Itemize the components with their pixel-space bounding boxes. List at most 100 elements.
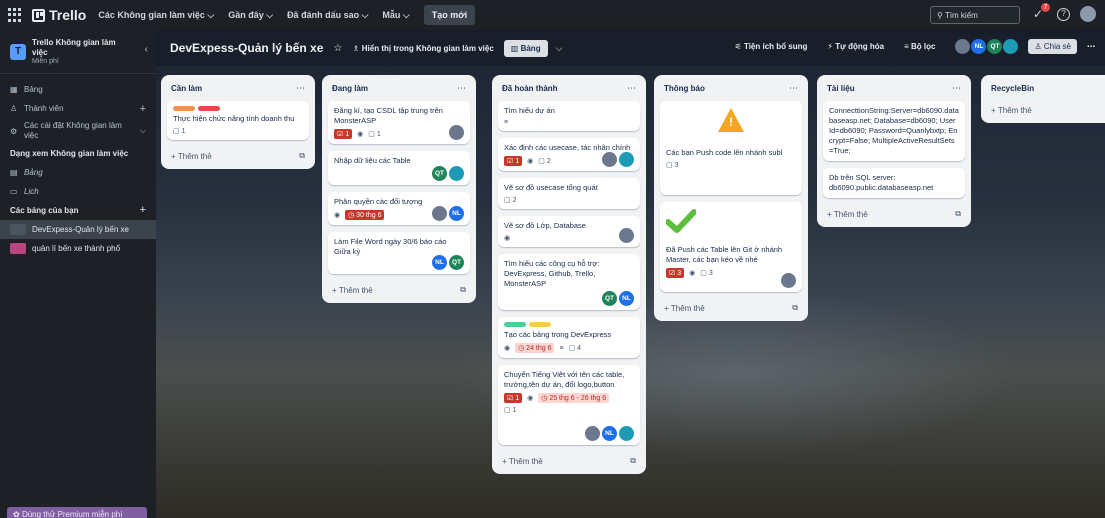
avatar[interactable]: NL (619, 291, 634, 306)
sidebar-item-members[interactable]: ♙ Thành viên + (0, 99, 156, 118)
sidebar-board-devexpess[interactable]: DevExpess-Quản lý bến xe (0, 220, 156, 239)
add-card-button[interactable]: + Thêm thẻ ⧉ (823, 205, 965, 223)
nav-recent[interactable]: Gần đây ⌵ (228, 10, 273, 21)
card[interactable]: Đăng kí, tạo CSDL tập trung trên Monster… (328, 101, 470, 144)
nav-templates[interactable]: Mẫu ⌵ (382, 10, 409, 21)
avatar[interactable] (955, 39, 971, 54)
card-title: Tạo các bảng trong DevExpress (504, 330, 612, 339)
chevron-down-icon[interactable]: ⌵ (556, 43, 563, 54)
card-label[interactable] (173, 106, 195, 111)
powerups-button[interactable]: ⚟ Tiện ích bổ sung (735, 42, 808, 51)
card[interactable]: ! Các bạn Push code lên nhánh subl ▢ 3 (660, 101, 802, 195)
card-template-icon[interactable]: ⧉ (955, 209, 961, 219)
automation-button[interactable]: ⚡ Tự động hóa (827, 42, 884, 51)
list-title[interactable]: Thông báo (664, 84, 705, 93)
add-board-icon[interactable]: + (140, 201, 146, 220)
visibility-button[interactable]: ♗ Hiển thị trong Không gian làm việc (352, 44, 493, 53)
card-label[interactable] (529, 322, 551, 327)
add-card-button[interactable]: + Thêm thẻ (987, 101, 1105, 119)
avatar[interactable] (781, 273, 796, 288)
avatar[interactable]: QT (987, 39, 1003, 54)
avatar[interactable]: NL (971, 39, 987, 54)
due-date-badge[interactable]: ◷ 24 thg 6 (515, 343, 555, 353)
more-menu-icon[interactable]: ⋯ (1087, 42, 1095, 51)
sidebar-item-table-view[interactable]: ▤ Bảng (0, 163, 156, 182)
avatar[interactable]: QT (449, 255, 464, 270)
add-card-button[interactable]: + Thêm thẻ ⧉ (167, 147, 309, 165)
list-menu-icon[interactable]: ⋯ (627, 83, 636, 94)
card-template-icon[interactable]: ⧉ (630, 456, 636, 466)
board-view-button[interactable]: ▥ Bảng (503, 39, 548, 57)
card[interactable]: Tìm hiểu dự án ≡ (498, 101, 640, 131)
sidebar-board-city-bus[interactable]: quản lí bến xe thành phố (0, 239, 156, 258)
notifications-bell-icon[interactable]: ✓ 7 (1033, 3, 1050, 21)
avatar[interactable]: NL (449, 206, 464, 221)
avatar[interactable] (432, 206, 447, 221)
card[interactable]: Xác định các usecase, tác nhân chính ☑ 1… (498, 138, 640, 171)
avatar[interactable] (602, 152, 617, 167)
workspace-name[interactable]: Trello Không gian làm việc (32, 38, 132, 58)
sidebar-item-calendar-view[interactable]: ▭ Lịch (0, 182, 156, 201)
card[interactable]: Phân quyền các đối tượng ◉ ◷ 30 thg 6 NL (328, 192, 470, 225)
card[interactable]: Nhập dữ liệu các Table QT (328, 151, 470, 185)
list-menu-icon[interactable]: ⋯ (296, 83, 305, 94)
due-date-badge[interactable]: ◷ 25 thg 6 - 26 thg 6 (538, 393, 610, 403)
card[interactable]: ConnecttionString:Server=db6090.database… (823, 101, 965, 161)
due-date-badge[interactable]: ◷ 30 thg 6 (345, 210, 385, 220)
list-title[interactable]: RecycleBin (991, 84, 1034, 93)
premium-trial-button[interactable]: ✿ Dùng thử Premium miễn phí (7, 507, 147, 518)
avatar[interactable]: QT (602, 291, 617, 306)
card[interactable]: Tìm hiểu các công cụ hỗ trợ: DevExpress,… (498, 254, 640, 310)
nav-starred[interactable]: Đã đánh dấu sao ⌵ (287, 10, 368, 21)
sidebar-item-settings[interactable]: ⚙ Các cài đặt Không gian làm việc ⌵ (0, 118, 156, 144)
card[interactable]: Đã Push các Table lên Git ở nhánh Master… (660, 202, 802, 292)
avatar[interactable] (449, 125, 464, 140)
account-avatar[interactable] (1080, 6, 1096, 22)
list-menu-icon[interactable]: ⋯ (952, 83, 961, 94)
filter-button[interactable]: ≡ Bộ lọc (904, 42, 935, 51)
card-label[interactable] (504, 322, 526, 327)
create-button[interactable]: Tạo mới (423, 5, 476, 25)
add-card-button[interactable]: + Thêm thẻ ⧉ (498, 452, 640, 470)
avatar[interactable] (619, 152, 634, 167)
collapse-sidebar-icon[interactable]: ‹ (145, 44, 148, 55)
avatar[interactable]: NL (432, 255, 447, 270)
list-title[interactable]: Đã hoàn thành (502, 84, 558, 93)
app-switcher-icon[interactable] (8, 8, 22, 22)
star-icon[interactable]: ☆ (333, 43, 342, 54)
card-template-icon[interactable]: ⧉ (299, 151, 305, 161)
card[interactable]: Chuyển Tiếng Việt với tên các table, trư… (498, 365, 640, 445)
nav-workspaces[interactable]: Các Không gian làm việc ⌵ (98, 10, 214, 21)
card[interactable]: Vẽ sơ đồ Lớp, Database ◉ (498, 216, 640, 247)
card[interactable]: Thực hiện chức năng tính doanh thu ▢ 1 (167, 101, 309, 140)
card-template-icon[interactable]: ⧉ (460, 285, 466, 295)
list-title[interactable]: Cần làm (171, 84, 202, 93)
board-members[interactable]: NL QT (955, 39, 1019, 54)
search-input[interactable]: ⚲ Tìm kiếm (930, 6, 1020, 24)
card[interactable]: Tạo các bảng trong DevExpress ◉ ◷ 24 thg … (498, 317, 640, 358)
avatar[interactable] (449, 166, 464, 181)
list-menu-icon[interactable]: ⋯ (789, 83, 798, 94)
avatar[interactable]: NL (602, 426, 617, 441)
sidebar-item-boards[interactable]: ▦ Bảng (0, 80, 156, 99)
add-card-button[interactable]: + Thêm thẻ ⧉ (660, 299, 802, 317)
share-button[interactable]: ♙ Chia sẻ (1028, 39, 1077, 54)
card-label[interactable] (198, 106, 220, 111)
avatar[interactable]: QT (432, 166, 447, 181)
avatar[interactable] (619, 228, 634, 243)
avatar[interactable] (619, 426, 634, 441)
board-title[interactable]: DevExpess-Quản lý bến xe (170, 41, 323, 55)
card[interactable]: Db trên SQL server: db6090.public.databa… (823, 168, 965, 198)
help-icon[interactable]: ? (1057, 7, 1070, 21)
card-template-icon[interactable]: ⧉ (792, 303, 798, 313)
avatar[interactable] (585, 426, 600, 441)
add-card-button[interactable]: + Thêm thẻ ⧉ (328, 281, 470, 299)
card[interactable]: Làm File Word ngày 30/6 báo cáo Giữa kỳ … (328, 232, 470, 274)
trello-logo[interactable]: Trello (32, 7, 86, 23)
card[interactable]: Vẽ sơ đồ usecase tổng quát ▢ 2 (498, 178, 640, 209)
list-title[interactable]: Đang làm (332, 84, 368, 93)
list-menu-icon[interactable]: ⋯ (457, 83, 466, 94)
add-member-icon[interactable]: + (140, 103, 146, 115)
avatar[interactable] (1003, 39, 1019, 54)
list-title[interactable]: Tài liệu (827, 84, 855, 93)
